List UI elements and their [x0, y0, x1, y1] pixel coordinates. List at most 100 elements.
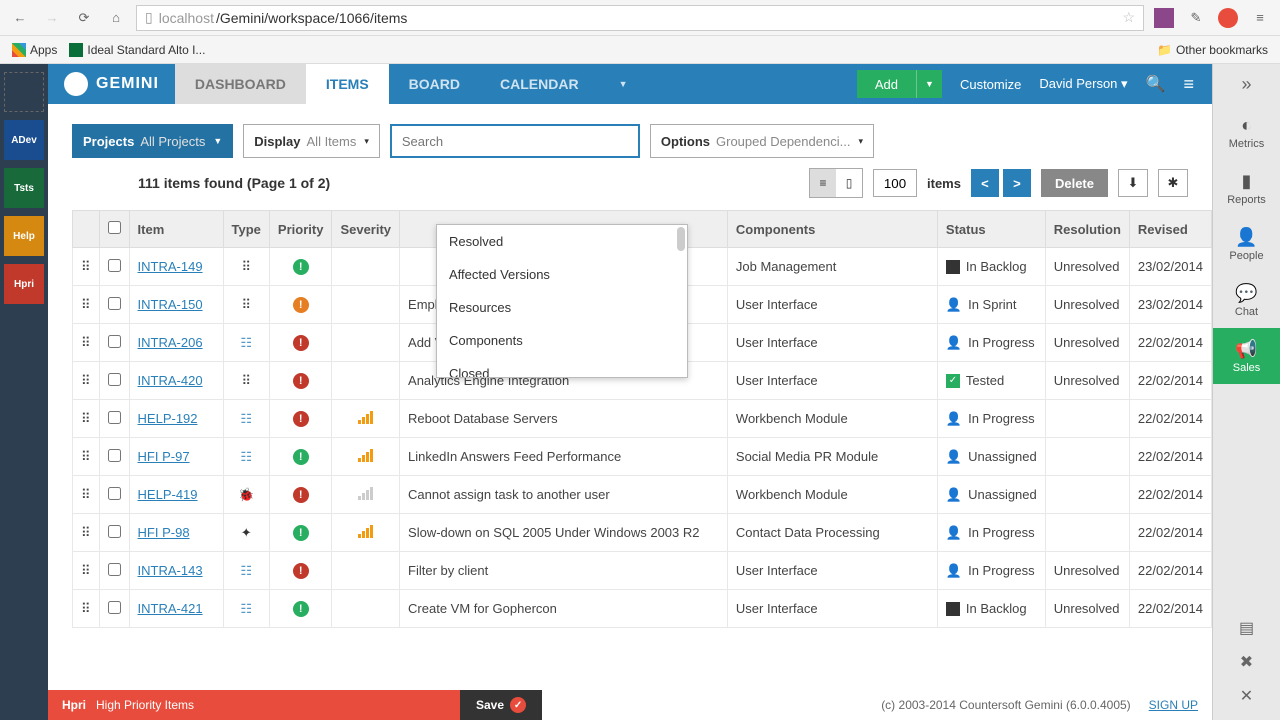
select-all-checkbox[interactable] — [108, 221, 121, 234]
drag-handle[interactable]: ⠿ — [73, 400, 100, 438]
row-checkbox[interactable] — [108, 297, 121, 310]
item-link[interactable]: HFI P-97 — [138, 449, 190, 464]
export-icon[interactable]: ⬇ — [1118, 169, 1148, 197]
dropdown-item[interactable]: Components — [437, 324, 687, 357]
nav-more-dropdown[interactable] — [599, 64, 640, 104]
user-menu[interactable]: David Person ▾ — [1039, 76, 1127, 92]
table-row[interactable]: ⠿ HELP-419 🐞 ! Cannot assign task to ano… — [73, 476, 1212, 514]
column-header[interactable]: Priority — [269, 211, 332, 248]
tools-icon[interactable]: ✕ — [1240, 686, 1253, 706]
column-header[interactable]: Item — [129, 211, 223, 248]
collapse-icon[interactable]: » — [1213, 64, 1280, 104]
bookmark-item[interactable]: Ideal Standard Alto I... — [69, 43, 205, 57]
signup-link[interactable]: SIGN UP — [1149, 698, 1198, 712]
home-icon[interactable]: ⌂ — [104, 6, 128, 30]
item-link[interactable]: HELP-192 — [138, 411, 198, 426]
pen-icon[interactable]: ✎ — [1184, 6, 1208, 30]
nav-tab-board[interactable]: BOARD — [389, 64, 480, 104]
apps-button[interactable]: Apps — [12, 43, 57, 57]
item-link[interactable]: HELP-419 — [138, 487, 198, 502]
row-checkbox[interactable] — [108, 335, 121, 348]
scrollbar-thumb[interactable] — [677, 227, 685, 251]
add-button[interactable]: Add — [857, 70, 916, 98]
workspace-box[interactable]: Help — [4, 216, 44, 256]
drag-handle[interactable]: ⠿ — [73, 514, 100, 552]
rail-item-reports[interactable]: ▮Reports — [1213, 160, 1280, 216]
display-filter[interactable]: DisplayAll Items▾ — [243, 124, 380, 158]
back-icon[interactable]: ← — [8, 6, 32, 30]
settings-icon[interactable]: ✱ — [1158, 169, 1188, 197]
extension-icon[interactable] — [1218, 8, 1238, 28]
column-header[interactable]: Resolution — [1045, 211, 1129, 248]
column-header[interactable]: Type — [223, 211, 269, 248]
table-row[interactable]: ⠿ HFI P-98 ✦ ! Slow-down on SQL 2005 Und… — [73, 514, 1212, 552]
workspace-box[interactable]: Hpri — [4, 264, 44, 304]
detail-view-button[interactable]: ▯ — [836, 169, 862, 197]
table-row[interactable]: ⠿ INTRA-143 ☷ ! Filter by client User In… — [73, 552, 1212, 590]
workspace-box[interactable] — [4, 72, 44, 112]
column-header[interactable]: Severity — [332, 211, 400, 248]
row-checkbox[interactable] — [108, 259, 121, 272]
item-link[interactable]: INTRA-420 — [138, 373, 203, 388]
close-icon[interactable]: ✖ — [1240, 652, 1253, 672]
customize-link[interactable]: Customize — [960, 77, 1021, 92]
dropdown-item[interactable]: Resolved — [437, 225, 687, 258]
search-input[interactable] — [390, 124, 640, 158]
dropdown-item[interactable]: Closed — [437, 357, 687, 378]
drag-handle[interactable]: ⠿ — [73, 590, 100, 628]
item-link[interactable]: INTRA-149 — [138, 259, 203, 274]
column-header[interactable]: Status — [937, 211, 1045, 248]
list-view-button[interactable]: ≡ — [810, 169, 836, 197]
row-checkbox[interactable] — [108, 411, 121, 424]
row-checkbox[interactable] — [108, 601, 121, 614]
brand-logo[interactable]: GEMINI — [48, 72, 175, 96]
item-link[interactable]: HFI P-98 — [138, 525, 190, 540]
drag-handle[interactable]: ⠿ — [73, 476, 100, 514]
rail-item-chat[interactable]: 💬Chat — [1213, 272, 1280, 328]
add-dropdown[interactable]: ▼ — [916, 70, 942, 98]
item-link[interactable]: INTRA-206 — [138, 335, 203, 350]
nav-tab-dashboard[interactable]: DASHBOARD — [175, 64, 306, 104]
drag-handle[interactable]: ⠿ — [73, 286, 100, 324]
nav-tab-items[interactable]: ITEMS — [306, 64, 389, 104]
star-icon[interactable]: ☆ — [1122, 9, 1135, 26]
options-filter[interactable]: OptionsGrouped Dependenci...▾ — [650, 124, 874, 158]
search-icon[interactable]: 🔍 — [1146, 74, 1166, 94]
menu-icon[interactable]: ≡ — [1183, 74, 1194, 95]
next-page-button[interactable]: > — [1003, 169, 1031, 197]
reload-icon[interactable]: ⟳ — [72, 6, 96, 30]
item-link[interactable]: INTRA-421 — [138, 601, 203, 616]
save-button[interactable]: Save✓ — [460, 690, 542, 720]
table-row[interactable]: ⠿ HELP-192 ☷ ! Reboot Database Servers W… — [73, 400, 1212, 438]
row-checkbox[interactable] — [108, 373, 121, 386]
column-header[interactable]: Revised — [1129, 211, 1211, 248]
nav-tab-calendar[interactable]: CALENDAR — [480, 64, 599, 104]
dropdown-item[interactable]: Resources — [437, 291, 687, 324]
workspace-box[interactable]: ADev — [4, 120, 44, 160]
other-bookmarks[interactable]: 📁Other bookmarks — [1157, 43, 1268, 57]
url-bar[interactable]: ▯ localhost/Gemini/workspace/1066/items … — [136, 5, 1144, 31]
doc-icon[interactable]: ▤ — [1239, 618, 1254, 638]
table-row[interactable]: ⠿ INTRA-421 ☷ ! Create VM for Gophercon … — [73, 590, 1212, 628]
workspace-box[interactable]: Tsts — [4, 168, 44, 208]
rail-item-metrics[interactable]: ◐Metrics — [1213, 104, 1280, 160]
table-row[interactable]: ⠿ HFI P-97 ☷ ! LinkedIn Answers Feed Per… — [73, 438, 1212, 476]
extension-icon[interactable] — [1154, 8, 1174, 28]
item-link[interactable]: INTRA-150 — [138, 297, 203, 312]
drag-handle[interactable]: ⠿ — [73, 438, 100, 476]
drag-handle[interactable]: ⠿ — [73, 324, 100, 362]
drag-handle[interactable]: ⠿ — [73, 362, 100, 400]
rail-item-people[interactable]: 👤People — [1213, 216, 1280, 272]
row-checkbox[interactable] — [108, 487, 121, 500]
prev-page-button[interactable]: < — [971, 169, 999, 197]
row-checkbox[interactable] — [108, 563, 121, 576]
row-checkbox[interactable] — [108, 449, 121, 462]
row-checkbox[interactable] — [108, 525, 121, 538]
projects-filter[interactable]: ProjectsAll Projects▼ — [72, 124, 233, 158]
column-header[interactable]: Components — [727, 211, 937, 248]
item-link[interactable]: INTRA-143 — [138, 563, 203, 578]
page-size-input[interactable] — [873, 169, 917, 197]
delete-button[interactable]: Delete — [1041, 169, 1108, 197]
drag-handle[interactable]: ⠿ — [73, 552, 100, 590]
drag-handle[interactable]: ⠿ — [73, 248, 100, 286]
